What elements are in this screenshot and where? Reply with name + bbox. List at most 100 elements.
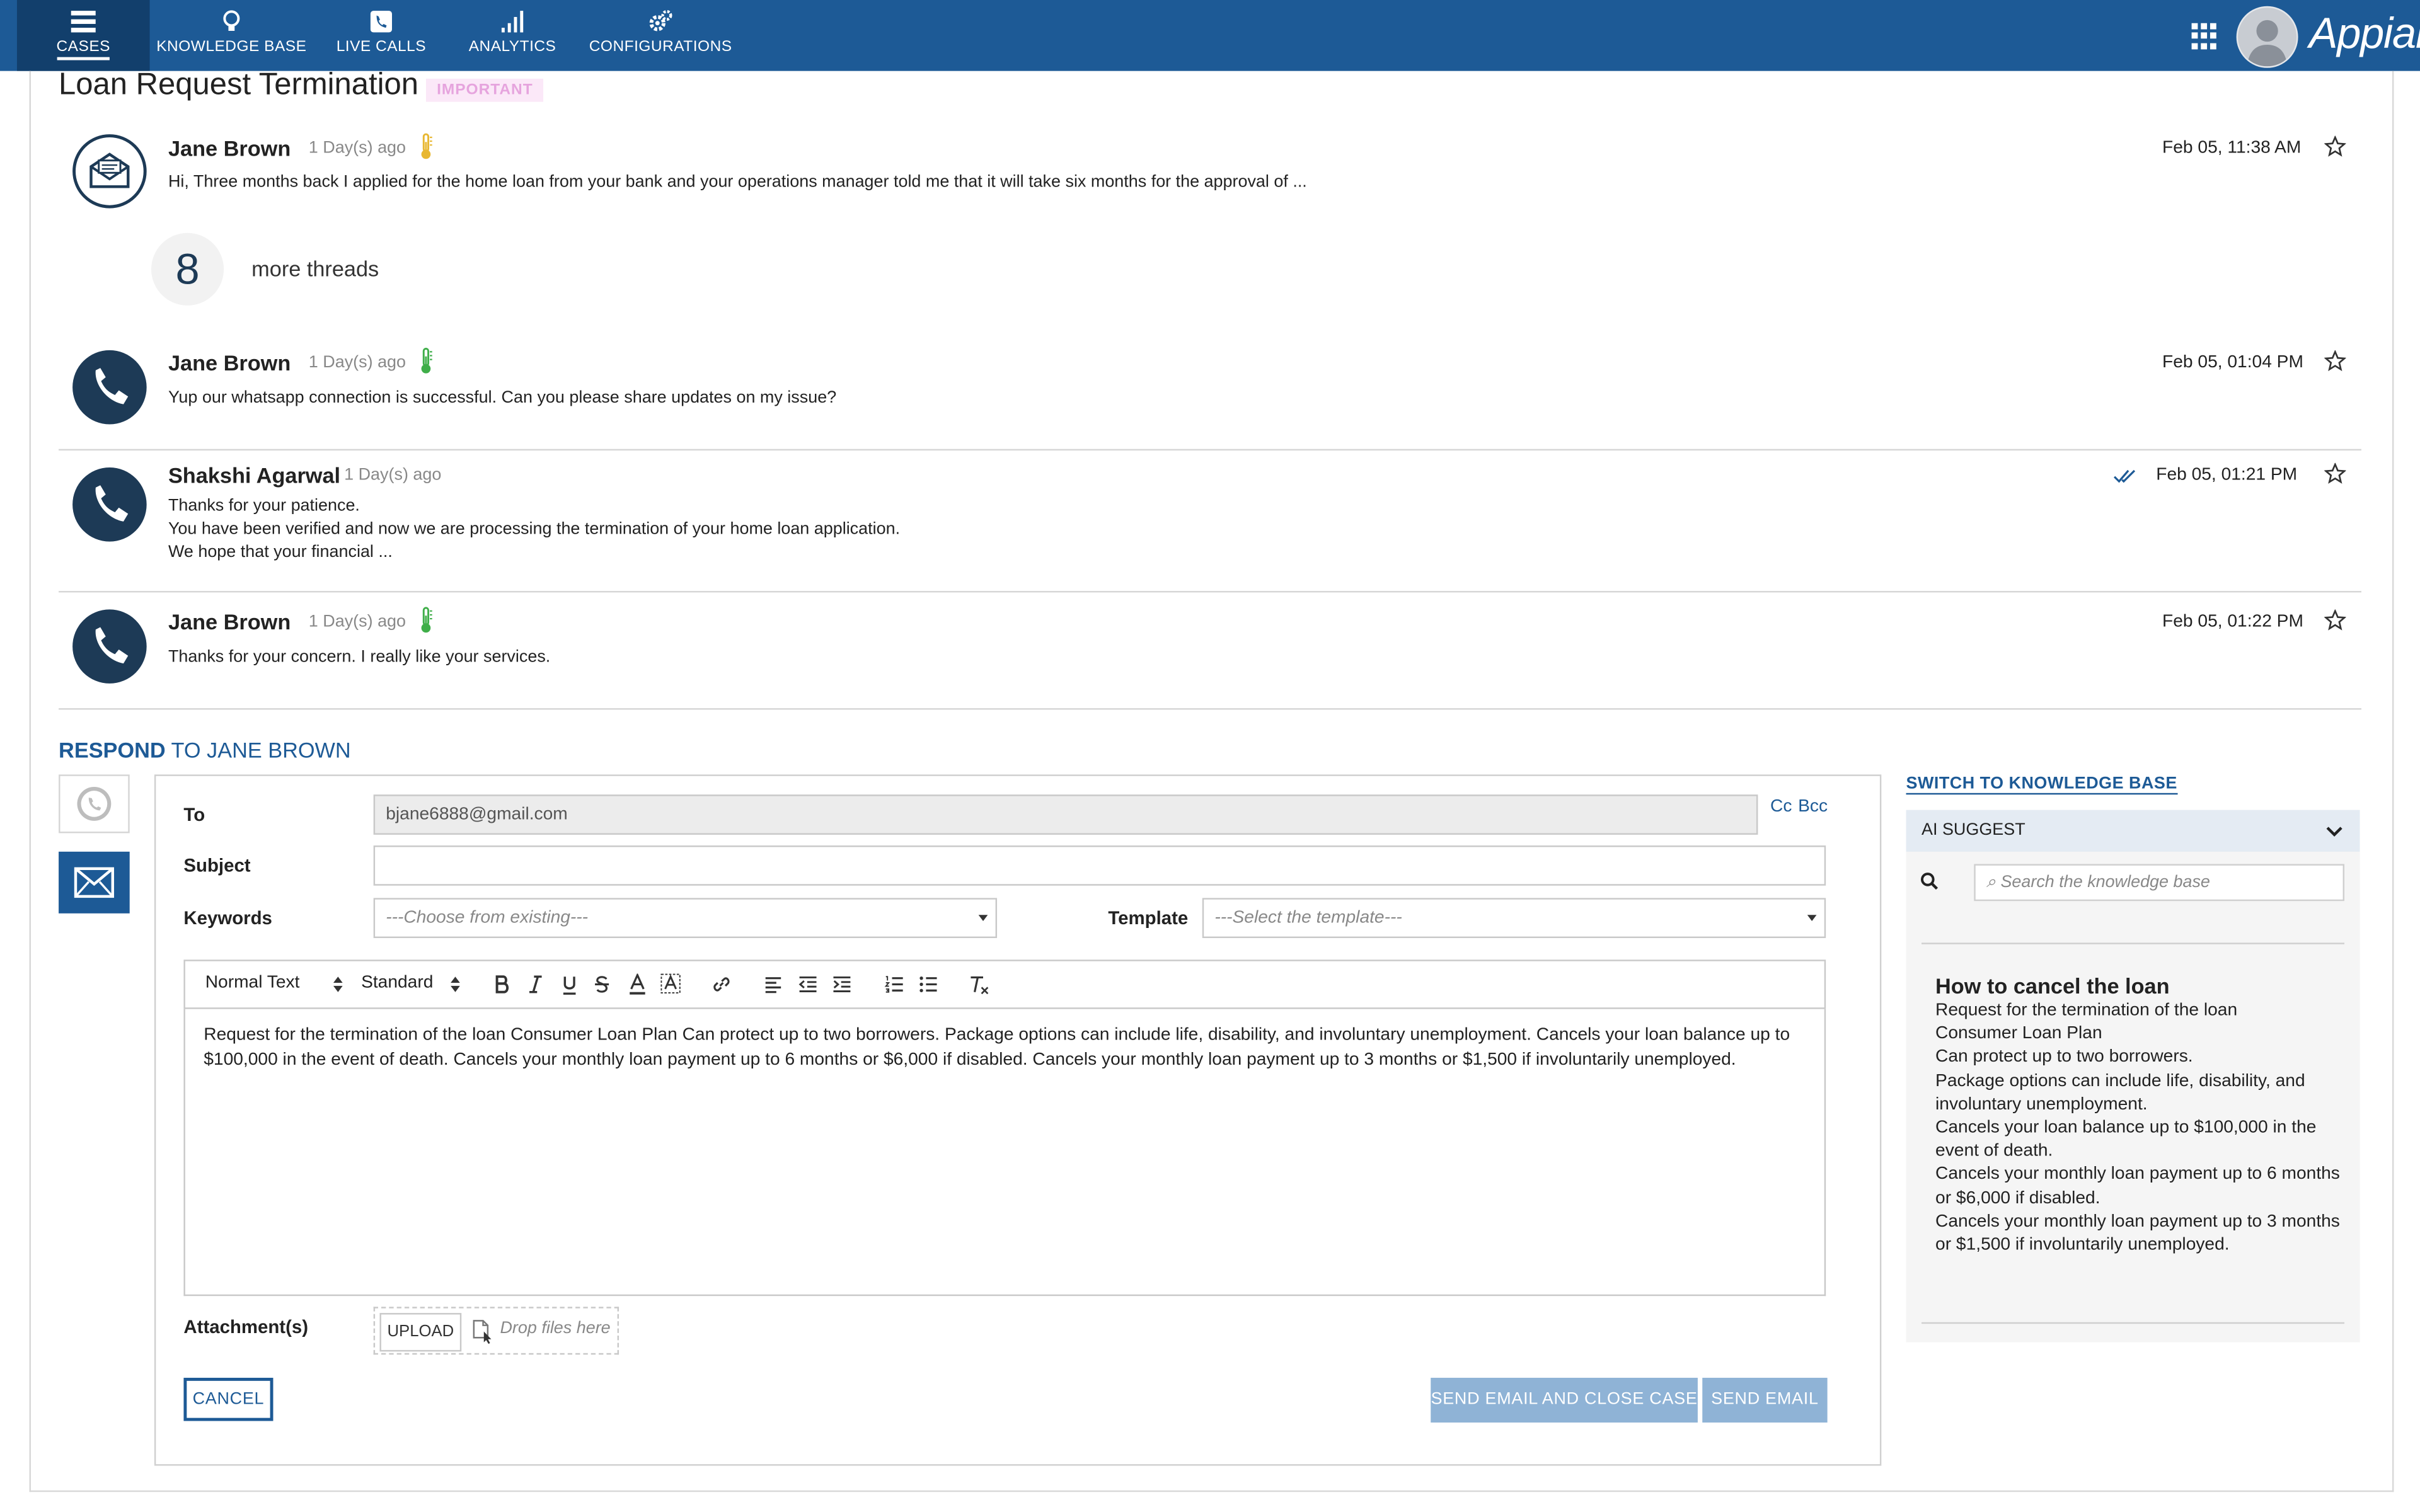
whatsapp-channel-button[interactable] (59, 774, 130, 833)
sort-arrows-icon (333, 976, 343, 992)
nav-label: ANALYTICS (468, 38, 556, 56)
bullet-list-icon[interactable] (918, 975, 938, 994)
attachments-label: Attachment(s) (183, 1315, 308, 1338)
nav-analytics[interactable]: ANALYTICS (460, 0, 565, 71)
thread-preview-line: We hope that your financial ... (168, 543, 393, 562)
thread-preview-line: Thanks for your patience. (168, 496, 360, 515)
sort-arrows-icon (451, 976, 460, 992)
priority-badge: IMPORTANT (425, 78, 544, 102)
kb-article-line: Can protect up to two borrowers. (1935, 1048, 2193, 1067)
file-drop-icon (473, 1320, 492, 1344)
underline-icon[interactable] (562, 975, 577, 995)
ai-suggest-header[interactable]: AI SUGGEST (1906, 810, 2360, 852)
thread-preview[interactable]: Hi, Three months back I applied for the … (168, 171, 1307, 195)
send-email-and-close-case-button[interactable]: SEND EMAIL AND CLOSE CASE (1431, 1377, 1698, 1423)
gears-icon (649, 9, 672, 32)
thread-time-ago: 1 Day(s) ago (308, 612, 406, 631)
ai-suggest-panel: AI SUGGEST ⌕ Search the knowledge base H… (1906, 810, 2360, 1343)
chevron-down-icon (1807, 915, 1817, 922)
upload-button[interactable]: UPLOAD (379, 1313, 462, 1352)
thread-date: Feb 05, 01:04 PM (2162, 353, 2303, 372)
signal-bars-icon (501, 11, 524, 33)
bcc-link[interactable]: Bcc (1798, 798, 1828, 816)
attachment-dropzone[interactable]: UPLOAD Drop files here (373, 1307, 619, 1355)
page-title: Loan Request Termination (59, 67, 418, 102)
phone-handset-icon (95, 368, 129, 404)
email-channel-button[interactable] (59, 851, 130, 914)
thread-preview-line: You have been verified and now we are pr… (168, 520, 901, 539)
nav-knowledge-base[interactable]: KNOWLEDGE BASE (154, 0, 309, 71)
star-icon[interactable] (2324, 135, 2346, 158)
sentiment-thermometer-yellow-icon (421, 133, 432, 159)
drop-files-label: Drop files here (500, 1319, 611, 1338)
font-size-select[interactable]: Standard (361, 973, 433, 992)
phone-handset-icon (95, 627, 129, 664)
star-icon[interactable] (2324, 609, 2346, 631)
link-icon[interactable] (712, 975, 732, 994)
phone-icon (370, 11, 393, 33)
template-placeholder: ---Select the template--- (1214, 908, 1402, 927)
kb-article-line: Cancels your loan balance up to $100,000… (1935, 1118, 2317, 1161)
editor-toolbar: Normal Text Standard (183, 959, 1826, 1009)
app-launcher-icon[interactable] (2191, 23, 2218, 50)
thread-preview[interactable]: Thanks for your concern. I really like y… (168, 646, 550, 670)
search-icon (1921, 873, 1939, 890)
subject-field[interactable] (373, 845, 1826, 886)
kb-article-line: Package options can include life, disabi… (1935, 1072, 2305, 1114)
chevron-down-icon (978, 915, 988, 922)
double-check-icon (2114, 469, 2136, 483)
kb-article-title[interactable]: How to cancel the loan (1935, 973, 2170, 998)
to-label: To (183, 803, 205, 826)
thread-preview[interactable]: Thanks for your patience. You have been … (168, 495, 900, 564)
thread-preview[interactable]: Yup our whatsapp connection is successfu… (168, 387, 836, 411)
knowledge-search-placeholder: Search the knowledge base (2000, 873, 2210, 892)
respond-recipient: TO JANE BROWN (171, 737, 351, 762)
to-field[interactable]: bjane6888@gmail.com (373, 794, 1758, 835)
whatsapp-icon (77, 786, 112, 821)
template-select[interactable]: ---Select the template--- (1202, 898, 1826, 938)
thread-date: Feb 05, 01:21 PM (2156, 466, 2298, 484)
nav-label: LIVE CALLS (336, 38, 427, 56)
respond-heading: RESPOND TO JANE BROWN (59, 738, 351, 762)
cancel-button[interactable]: CANCEL (183, 1377, 274, 1421)
indent-icon[interactable] (832, 975, 852, 994)
thread-time-ago: 1 Day(s) ago (308, 139, 406, 158)
whatsapp-channel-avatar (72, 467, 147, 542)
user-avatar[interactable] (2236, 6, 2298, 68)
cc-link[interactable]: Cc (1770, 798, 1792, 816)
list-icon (71, 11, 96, 33)
highlight-color-icon[interactable] (660, 973, 681, 995)
email-body-editor[interactable]: Request for the termination of the loan … (183, 1009, 1826, 1297)
email-channel-avatar (72, 134, 147, 209)
star-icon[interactable] (2324, 350, 2346, 372)
keywords-select[interactable]: ---Choose from existing--- (373, 898, 998, 938)
bold-icon[interactable] (494, 975, 509, 994)
envelope-icon (74, 867, 114, 898)
send-email-button[interactable]: SEND EMAIL (1702, 1377, 1828, 1423)
text-color-icon[interactable] (628, 973, 647, 995)
thread-author: Shakshi Agarwal (168, 462, 341, 488)
align-left-icon[interactable] (764, 975, 782, 994)
more-threads-count[interactable]: 8 (151, 232, 224, 306)
nav-live-calls[interactable]: LIVE CALLS (329, 0, 434, 71)
star-icon[interactable] (2324, 462, 2346, 484)
lightbulb-icon (223, 10, 240, 31)
knowledge-search-input[interactable]: ⌕ Search the knowledge base (1974, 864, 2345, 902)
outdent-icon[interactable] (798, 975, 818, 994)
switch-to-knowledge-base-link[interactable]: SWITCH TO KNOWLEDGE BASE (1906, 774, 2177, 795)
strikethrough-icon[interactable] (594, 975, 609, 994)
chevron-down-icon (2326, 827, 2342, 837)
more-threads-label[interactable]: more threads (251, 256, 379, 281)
ordered-list-icon[interactable] (884, 975, 904, 994)
nav-cases[interactable]: CASES (16, 0, 150, 71)
kb-article-line: Consumer Loan Plan (1935, 1024, 2102, 1044)
panel-divider (1922, 942, 2345, 944)
respond-prefix: RESPOND (59, 737, 166, 762)
paragraph-format-select[interactable]: Normal Text (205, 973, 300, 992)
thread-date: Feb 05, 11:38 AM (2162, 139, 2302, 158)
kb-article-line: Request for the termination of the loan (1935, 1001, 2238, 1020)
sentiment-thermometer-green-icon (421, 348, 432, 374)
nav-configurations[interactable]: CONFIGURATIONS (587, 0, 735, 71)
italic-icon[interactable] (528, 975, 543, 994)
clear-formatting-icon[interactable] (969, 975, 989, 995)
